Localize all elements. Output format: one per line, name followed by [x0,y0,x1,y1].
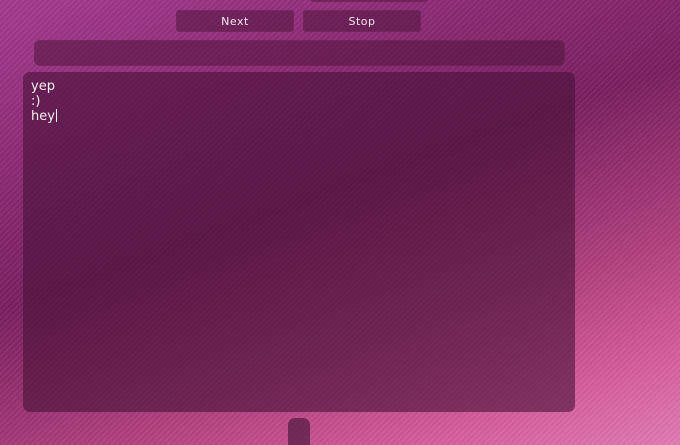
stop-button[interactable]: Stop [303,10,421,32]
chat-line: yep [31,79,55,94]
top-panel-stub [310,0,428,2]
text-caret [55,109,57,122]
chat-text-area[interactable]: yep :) hey [23,72,575,412]
chat-line: :) [31,94,41,109]
resize-handle[interactable] [288,418,310,445]
next-button[interactable]: Next [176,10,294,32]
chat-line-text: hey [31,109,55,124]
chat-line-current: hey [31,109,567,124]
message-input[interactable] [34,40,565,66]
